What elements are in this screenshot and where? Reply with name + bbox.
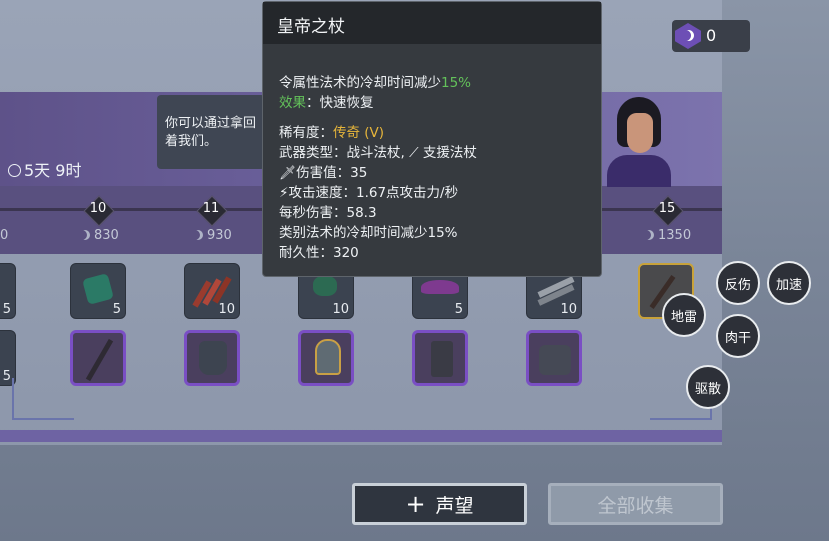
staff-icon [85,338,114,382]
item-qty: 5 [112,302,121,317]
timeline-cost: 830 [94,228,119,243]
timeline-level: 15 [658,201,676,216]
timer: 5天 9时 [8,157,81,181]
item-qty: 10 [332,302,349,317]
equip-slot-armor[interactable] [184,330,240,386]
tooltip-durability: 耐久性：320 [279,245,359,261]
tooltip-effect-label: 效果 [279,95,306,111]
tooltip-rarity: 传奇 (V) [333,125,385,141]
timeline-node: 10 [83,195,115,227]
equip-slot-boots[interactable] [526,330,582,386]
tooltip-rarity-label: 稀有度： [279,125,333,141]
corner-ornament [12,378,74,420]
collect-all-button[interactable]: 全部收集 [548,483,723,525]
item-tooltip: 皇帝之杖 令属性法术的冷却时间减少15% 效果：快速恢复 稀有度：传奇 (V) … [262,1,602,277]
moon-gem-icon [675,23,701,49]
tooltip-dps: 每秒伤害：58.3 [279,205,377,221]
tooltip-title: 皇帝之杖 [263,2,601,44]
pants-icon [431,341,453,377]
panel-bottom-border [0,430,722,442]
tooltip-value: 15% [441,75,472,91]
item-qty: 5 [454,302,463,317]
skill-rougan-button[interactable]: 肉干 [716,314,760,358]
equip-slot-staff[interactable] [70,330,126,386]
tooltip-body: 令属性法术的冷却时间减少15% 效果：快速恢复 稀有度：传奇 (V) 武器类型：… [279,73,477,263]
resource-slot[interactable]: 5 [0,263,16,319]
tooltip-damage: 伤害值：35 [296,165,368,181]
timeline-cost: 930 [207,228,232,243]
equip-slot-helmet[interactable] [298,330,354,386]
timeline-cost: 1350 [658,228,692,243]
skill-qusan-button[interactable]: 驱散 [686,365,730,409]
reputation-button[interactable]: + 声望 [352,483,527,525]
item-qty: 5 [2,302,11,317]
item-qty: 10 [218,302,235,317]
tooltip-effect: ：快速恢复 [306,95,374,111]
timeline-cost-row: 930 [193,228,232,243]
reputation-label: 声望 [435,494,474,517]
currency-display: 0 [672,20,750,52]
helmet-icon [315,339,341,375]
skill-jiasu-button[interactable]: 加速 [767,261,811,305]
timeline-node: 11 [196,195,228,227]
resource-slot-gem[interactable]: 5 [70,263,126,319]
moon-icon [80,230,90,240]
support-staff-icon: ⟋ [404,145,423,161]
armor-icon [199,341,227,375]
tooltip-attack-speed: 攻击速度：1.67点攻击力/秒 [288,185,459,201]
moon-icon [644,230,654,240]
skill-dilei-button[interactable]: 地雷 [662,293,706,337]
timer-text: 5天 9时 [24,161,82,180]
timeline-level: 11 [202,201,220,216]
equip-slot-pants[interactable] [412,330,468,386]
gem-icon [82,273,114,305]
moss-icon [313,276,337,296]
plus-icon: + [405,490,426,518]
timeline-node: 15 [652,195,684,227]
tooltip-line: 令属性法术的冷却时间减少 [279,75,441,91]
currency-value: 0 [706,26,717,45]
tooltip-weapon-type-2: 支援法杖 [422,145,477,161]
timeline-level: 10 [89,201,107,216]
item-qty: 5 [2,369,11,384]
boots-icon [539,345,571,375]
resource-slot-wood[interactable]: 10 [184,263,240,319]
dialog-text: 你可以通过拿回 着我们。 [165,116,257,149]
tooltip-weapon-type: 武器类型：战斗法杖, [279,145,405,161]
item-qty: 10 [560,302,577,317]
sword-icon: 🗡 [279,165,297,181]
clock-icon [8,164,21,177]
cloth-icon [421,280,459,294]
npc-dialog: 你可以通过拿回 着我们。 [157,95,265,169]
timeline-cost-row: 1350 [644,228,691,243]
moon-icon [193,230,203,240]
character-portrait [605,95,673,187]
skill-fanshang-button[interactable]: 反伤 [716,261,760,305]
timeline-cost: 0 [0,228,9,243]
tooltip-cooldown: 类别法术的冷却时间减少15% [279,225,458,241]
timeline-cost-row: 830 [80,228,119,243]
